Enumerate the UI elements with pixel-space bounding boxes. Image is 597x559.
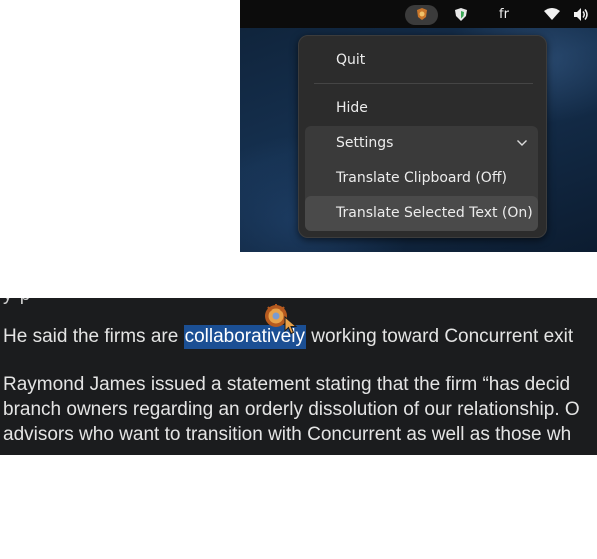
translator-tray-icon[interactable] [416,7,428,21]
paragraph-line: Raymond James issued a statement stating… [3,374,571,395]
menu-item-translate-clipboard[interactable]: Translate Clipboard (Off) [305,161,538,196]
shield-icon[interactable] [454,7,468,22]
menu-item-hide[interactable]: Hide [305,91,538,126]
tray-dropdown-menu: Quit Hide Settings Translate Clipboard (… [298,35,547,238]
menu-separator [314,83,533,84]
settings-label: Settings [336,135,394,151]
keyboard-language-indicator[interactable]: fr [499,7,519,23]
paragraph-line: branch owners regarding an orderly disso… [3,399,580,420]
paragraph-text: He said the firms are [3,326,184,347]
menu-item-translate-selected-text[interactable]: Translate Selected Text (On) [305,196,538,231]
top-panel: fr [240,0,597,28]
volume-icon[interactable] [573,7,589,22]
chevron-down-icon [517,140,527,146]
mouse-pointer-icon [284,316,298,335]
desktop-screenshot: fr Quit Hide Settings Translate Clipboar… [240,0,597,252]
paragraph-text: working toward Concurrent exit [305,326,574,347]
article-text-panel: y p He said the firms are collaborativel… [0,298,597,455]
paragraph-line: advisors who want to transition with Con… [3,424,572,445]
wifi-icon[interactable] [544,8,560,21]
menu-item-settings[interactable]: Settings [305,126,538,161]
menu-item-quit[interactable]: Quit [305,43,538,78]
cut-off-text-line: y p [3,298,31,306]
